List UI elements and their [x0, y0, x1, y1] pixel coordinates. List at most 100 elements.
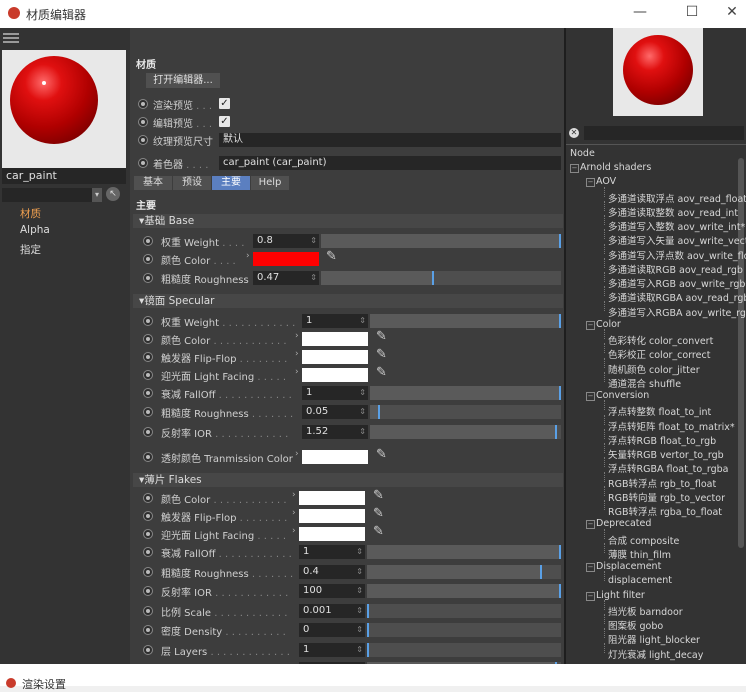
- tree-item[interactable]: 色彩转化 color_convert: [608, 333, 713, 347]
- close-button[interactable]: ✕: [722, 4, 742, 20]
- slider-knob[interactable]: [432, 271, 434, 285]
- tree-item[interactable]: RGB转浮点 rgba_to_float: [608, 504, 722, 518]
- radio-icon[interactable]: [143, 493, 153, 503]
- radio-icon[interactable]: [143, 407, 153, 417]
- value-slider[interactable]: [370, 386, 561, 400]
- tree-item[interactable]: 矢量转RGB vertor_to_rgb: [608, 447, 724, 461]
- radio-icon[interactable]: [143, 236, 153, 246]
- expand-arrow-icon[interactable]: ›: [246, 251, 250, 261]
- tree-item[interactable]: 随机颜色 color_jitter: [608, 362, 700, 376]
- color-swatch[interactable]: [299, 527, 365, 541]
- slider-knob[interactable]: [559, 386, 561, 400]
- tab-help[interactable]: Help: [251, 176, 289, 190]
- spinner-icon[interactable]: ⇕: [359, 386, 366, 400]
- slider-knob[interactable]: [367, 604, 369, 618]
- value-field[interactable]: 1.52 ⇕: [302, 425, 368, 439]
- radio-icon[interactable]: [143, 606, 153, 616]
- tree-item[interactable]: Color: [596, 319, 621, 330]
- tab-basic[interactable]: 基本: [134, 176, 172, 190]
- tree-item[interactable]: displacement: [608, 575, 672, 586]
- color-swatch[interactable]: [302, 368, 368, 382]
- radio-icon[interactable]: [143, 529, 153, 539]
- material-name-field[interactable]: car_paint: [2, 168, 126, 184]
- section-flakes-header[interactable]: ▾薄片 Flakes: [133, 473, 563, 487]
- eyedropper-icon[interactable]: ✎: [373, 524, 384, 539]
- expand-arrow-icon[interactable]: ›: [295, 367, 299, 377]
- minimize-button[interactable]: —: [630, 4, 650, 20]
- radio-icon[interactable]: [143, 316, 153, 326]
- radio-icon[interactable]: [143, 567, 153, 577]
- spinner-icon[interactable]: ⇕: [356, 545, 363, 559]
- section-specular-header[interactable]: ▾镜面 Specular: [133, 294, 563, 308]
- tree-item[interactable]: 浮点转RGB float_to_rgb: [608, 433, 716, 447]
- value-field[interactable]: 1 ⇕: [302, 314, 368, 328]
- spinner-icon[interactable]: ⇕: [310, 271, 317, 285]
- tree-item[interactable]: RGB转向量 rgb_to_vector: [608, 490, 725, 504]
- tree-item[interactable]: 通道混合 shuffle: [608, 376, 681, 390]
- radio-icon[interactable]: [143, 427, 153, 437]
- radio-icon[interactable]: [143, 586, 153, 596]
- slider-knob[interactable]: [378, 405, 380, 419]
- slider-knob[interactable]: [367, 623, 369, 637]
- tree-toggle-icon[interactable]: −: [586, 591, 595, 601]
- tree-item[interactable]: 阻光器 light_blocker: [608, 632, 700, 646]
- slider-knob[interactable]: [367, 643, 369, 657]
- value-slider[interactable]: [367, 604, 561, 618]
- node-search-input[interactable]: [584, 126, 744, 140]
- spinner-icon[interactable]: ⇕: [356, 623, 363, 637]
- value-slider[interactable]: [370, 425, 561, 439]
- spinner-icon[interactable]: ⇕: [356, 584, 363, 598]
- nav-item-material[interactable]: 材质: [20, 206, 41, 221]
- tree-item[interactable]: 多通道写入RGBA aov_write_rgba*: [608, 305, 746, 319]
- value-slider[interactable]: [370, 405, 561, 419]
- tree-item[interactable]: 浮点转矩阵 float_to_matrix*: [608, 419, 735, 433]
- tree-item[interactable]: RGB转浮点 rgb_to_float: [608, 476, 716, 490]
- radio-icon[interactable]: [143, 334, 153, 344]
- dropdown-arrow-icon[interactable]: ▾: [92, 188, 102, 202]
- value-slider[interactable]: [367, 623, 561, 637]
- tree-toggle-icon[interactable]: −: [586, 178, 595, 188]
- tree-toggle-icon[interactable]: −: [586, 520, 595, 530]
- shader-field[interactable]: car_paint (car_paint): [219, 156, 561, 170]
- color-swatch[interactable]: [299, 491, 365, 505]
- value-slider[interactable]: [321, 234, 561, 248]
- radio-icon[interactable]: [143, 273, 153, 283]
- value-field[interactable]: 0.4 ⇕: [299, 565, 365, 579]
- value-field[interactable]: 0.8 ⇕: [253, 234, 319, 248]
- tree-item[interactable]: 多通道读取浮点 aov_read_float: [608, 191, 746, 205]
- section-base-header[interactable]: ▾基础 Base: [133, 214, 563, 228]
- spinner-icon[interactable]: ⇕: [356, 604, 363, 618]
- color-swatch[interactable]: [302, 450, 368, 464]
- tree-scrollbar[interactable]: [738, 158, 744, 548]
- eyedropper-icon[interactable]: ✎: [376, 347, 387, 362]
- radio-icon[interactable]: [138, 158, 148, 168]
- menu-icon[interactable]: [3, 31, 19, 45]
- eyedropper-icon[interactable]: ✎: [376, 447, 387, 462]
- expand-arrow-icon[interactable]: ›: [295, 349, 299, 359]
- spinner-icon[interactable]: ⇕: [310, 234, 317, 248]
- tree-item[interactable]: 多通道读取RGBA aov_read_rgba: [608, 290, 746, 304]
- material-search-field[interactable]: [2, 188, 102, 202]
- tree-item[interactable]: 多通道写入整数 aov_write_int*: [608, 219, 745, 233]
- radio-icon[interactable]: [138, 117, 148, 127]
- open-editor-button[interactable]: 打开编辑器...: [146, 73, 220, 88]
- value-field[interactable]: 0.001 ⇕: [299, 604, 365, 618]
- nav-item-assign[interactable]: 指定: [20, 242, 41, 257]
- value-slider[interactable]: [321, 271, 561, 285]
- clear-search-icon[interactable]: ✕: [569, 128, 579, 138]
- radio-icon[interactable]: [143, 388, 153, 398]
- slider-knob[interactable]: [559, 234, 561, 248]
- expand-arrow-icon[interactable]: ›: [292, 490, 296, 500]
- tree-toggle-icon[interactable]: −: [586, 320, 595, 330]
- radio-icon[interactable]: [143, 625, 153, 635]
- radio-icon[interactable]: [138, 135, 148, 145]
- tree-item[interactable]: 挡光板 barndoor: [608, 604, 683, 618]
- value-slider[interactable]: [367, 565, 561, 579]
- expand-arrow-icon[interactable]: ›: [295, 449, 299, 459]
- spinner-icon[interactable]: ⇕: [359, 405, 366, 419]
- spinner-icon[interactable]: ⇕: [359, 425, 366, 439]
- radio-icon[interactable]: [143, 547, 153, 557]
- radio-icon[interactable]: [143, 645, 153, 655]
- render-preview-checkbox[interactable]: ✓: [219, 98, 230, 109]
- tree-item[interactable]: 多通道写入矢量 aov_write_vector*: [608, 233, 746, 247]
